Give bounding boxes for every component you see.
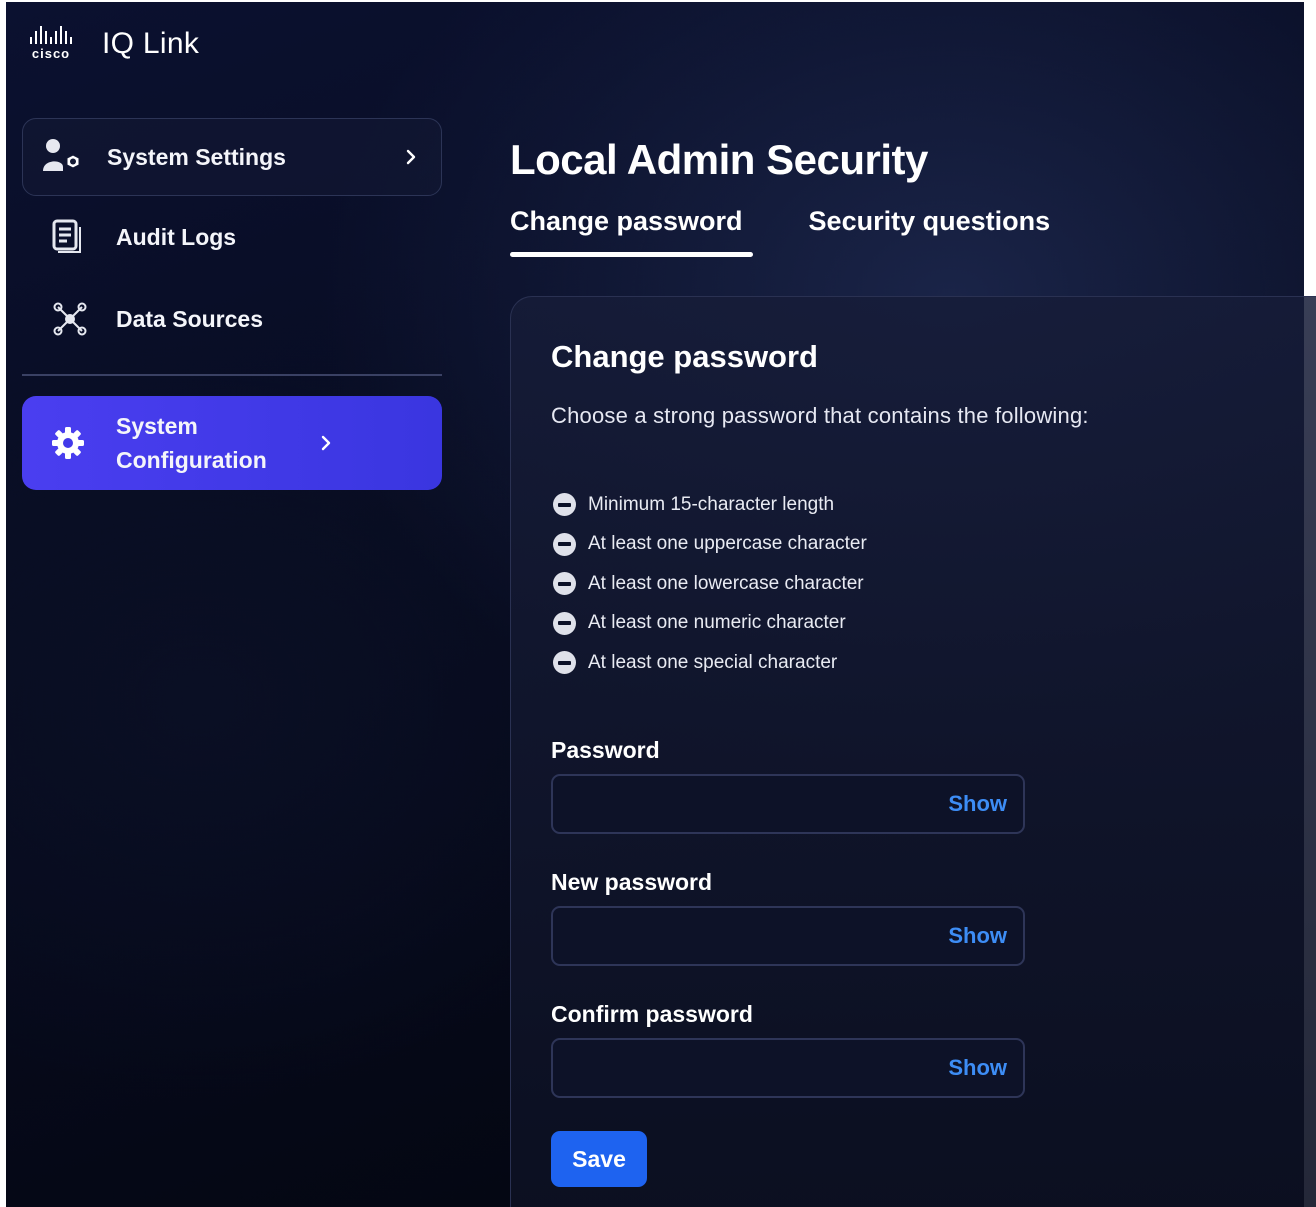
minus-circle-icon [553,493,576,517]
password-label: Password [551,737,660,763]
sidebar-divider [22,374,442,376]
frame-edge-top [0,0,1316,2]
confirm-password-label: Confirm password [551,1001,753,1027]
page-title: Local Admin Security [510,136,928,183]
show-new-password-button[interactable]: Show [948,923,1007,949]
user-gear-icon [41,137,89,177]
tab-bar: Change password Security questions [510,206,1051,257]
frame-edge-left [0,0,6,1207]
new-password-field: Show [551,906,1025,966]
password-field: Show [551,774,1025,834]
sidebar-item-system-configuration[interactable]: System Configuration [22,396,442,490]
sidebar-item-label: System Configuration [116,413,267,473]
app-title: IQ Link [102,27,200,60]
minus-circle-icon [553,532,576,556]
document-icon [50,217,98,257]
cisco-logo: cisco [20,26,82,62]
chevron-right-icon [401,147,421,167]
sidebar-item-label: Audit Logs [116,223,237,250]
list-item: At least one numeric character [553,604,867,644]
show-confirm-password-button[interactable]: Show [948,1055,1007,1081]
list-item: Minimum 15-character length [553,485,867,525]
sidebar-item-label: System Settings [107,143,286,170]
cisco-wordmark: cisco [31,46,71,61]
chevron-right-icon [316,433,336,453]
new-password-label: New password [551,869,713,895]
panel-title: Change password [551,339,818,374]
sidebar-item-system-settings[interactable]: System Settings [22,118,442,196]
tab-change-password[interactable]: Change password [510,206,753,257]
requirement-text: At least one lowercase character [588,572,864,594]
minus-circle-icon [553,572,576,596]
requirement-text: Minimum 15-character length [588,493,835,515]
cisco-bars-icon [30,26,72,44]
gear-icon [50,423,98,463]
requirement-text: At least one numeric character [588,612,846,634]
sidebar-item-audit-logs[interactable]: Audit Logs [22,196,442,278]
list-item: At least one special character [553,643,867,683]
network-nodes-icon [50,299,98,339]
app-header: cisco IQ Link [20,26,199,62]
list-item: At least one lowercase character [553,564,867,604]
confirm-password-field: Show [551,1038,1025,1098]
requirement-text: At least one uppercase character [588,533,867,555]
confirm-password-input[interactable] [553,1040,943,1096]
sidebar-item-label: Data Sources [116,305,264,332]
requirement-text: At least one special character [588,651,838,673]
minus-circle-icon [553,651,576,675]
save-button[interactable]: Save [551,1131,647,1187]
tab-security-questions[interactable]: Security questions [809,206,1051,251]
minus-circle-icon [553,611,576,635]
change-password-panel: Change password Choose a strong password… [510,296,1316,1207]
password-requirements-list: Minimum 15-character length At least one… [553,485,867,683]
sidebar-item-data-sources[interactable]: Data Sources [22,278,442,360]
password-input[interactable] [553,776,943,832]
list-item: At least one uppercase character [553,525,867,565]
panel-description: Choose a strong password that contains t… [551,403,1089,428]
new-password-input[interactable] [553,908,943,964]
show-password-button[interactable]: Show [948,791,1007,817]
sidebar: System Settings Audit Logs Data Sources … [22,118,442,490]
